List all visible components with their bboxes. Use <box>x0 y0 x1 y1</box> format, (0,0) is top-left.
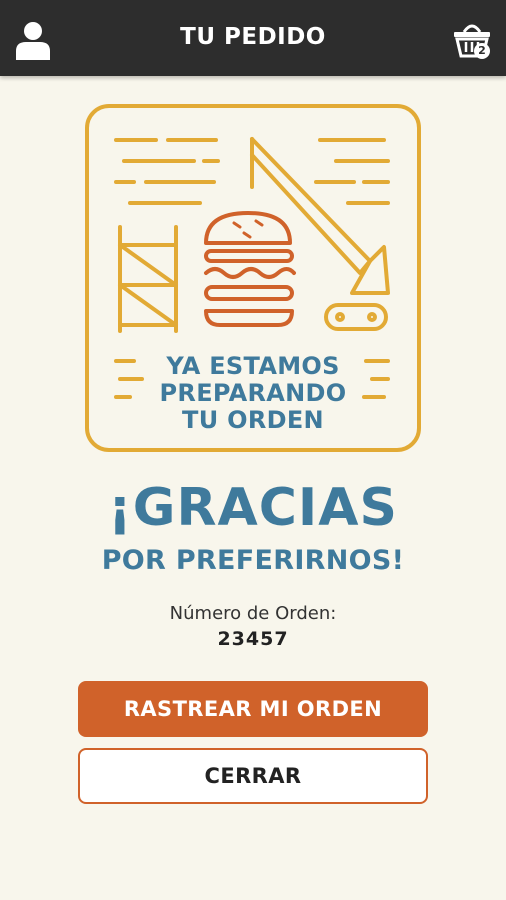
thanks-subtitle: POR PREFERIRNOS! <box>101 545 405 576</box>
top-bar: TU PEDIDO 2 <box>0 0 506 76</box>
track-order-button[interactable]: RASTREAR MI ORDEN <box>78 681 428 737</box>
page-title: TU PEDIDO <box>180 24 326 50</box>
basket-icon[interactable] <box>448 18 496 62</box>
illustration-line-1: YA ESTAMOS <box>166 352 340 380</box>
thanks-title: ¡GRACIAS <box>108 478 398 538</box>
illustration-line-3: TU ORDEN <box>182 406 324 434</box>
close-button[interactable]: CERRAR <box>78 748 428 804</box>
order-number-value: 23457 <box>217 628 289 650</box>
order-number-label: Número de Orden: <box>169 603 337 624</box>
cart-count-badge: 2 <box>474 43 490 59</box>
illustration-line-2: PREPARANDO <box>159 379 347 407</box>
